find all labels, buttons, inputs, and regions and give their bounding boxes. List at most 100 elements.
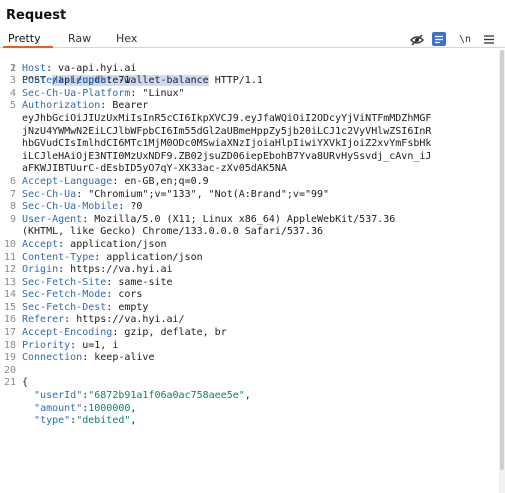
header-value: hbGVudCIsImlhdCI6MTc1MjM0ODc0MSwiaXNzIjo… bbox=[22, 138, 432, 150]
header-name: Referer bbox=[22, 314, 65, 326]
line-number: 6 bbox=[9, 175, 16, 187]
json-field: "userId":"6872b91a1f06a0ac758aee5e", bbox=[34, 390, 251, 402]
header-line: 2 Host: va-api.hyi.ai bbox=[0, 63, 500, 76]
line-number: 10 bbox=[3, 238, 16, 250]
header-line: 5 Authorization: Bearer bbox=[0, 100, 500, 113]
header-value: https://va.hyi.ai/ bbox=[76, 314, 185, 326]
header-name: Origin bbox=[22, 264, 59, 276]
header-continuation-line: hbGVudCIsImlhdCI6MTc1MjM0ODc0MSwiaXNzIjo… bbox=[0, 138, 500, 151]
line-number: 8 bbox=[9, 201, 16, 213]
header-content: Sec-Fetch-Dest: empty bbox=[22, 301, 149, 313]
header-content: Accept-Language: en-GB,en;q=0.9 bbox=[22, 175, 209, 187]
header-content: Content-Type: application/json bbox=[22, 251, 203, 263]
header-name: Connection bbox=[22, 352, 83, 364]
header-content: Sec-Ch-Ua-Platform: "Linux" bbox=[22, 87, 185, 99]
header-line: 16 Referer: https://va.hyi.ai/ bbox=[0, 314, 500, 327]
header-content: Content-Length: 71 bbox=[22, 75, 131, 87]
line-number: 20 bbox=[3, 364, 16, 376]
header-line: 19 Connection: keep-alive bbox=[0, 352, 500, 365]
header-line: 11 Content-Type: application/json bbox=[0, 252, 500, 265]
request-editor[interactable]: 1 POST /api/update-wallet-balance HTTP/1… bbox=[0, 50, 500, 493]
header-content: User-Agent: Mozilla/5.0 (X11; Linux x86_… bbox=[22, 213, 396, 225]
header-continuation-line: jNzU4YWMwN2EiLCJlbWFpbCI6Im55dGl2aUBmeHp… bbox=[0, 126, 500, 139]
header-name: Sec-Fetch-Mode bbox=[22, 289, 107, 301]
json-field: "type":"debited", bbox=[34, 415, 137, 427]
newline-toggle-icon[interactable]: \n bbox=[458, 33, 472, 46]
scrollbar-thumb[interactable] bbox=[500, 50, 504, 470]
editor-scrollbar[interactable] bbox=[499, 50, 505, 493]
header-content: Accept: application/json bbox=[22, 238, 167, 250]
active-tab-indicator bbox=[3, 46, 53, 48]
header-line: 17 Accept-Encoding: gzip, deflate, br bbox=[0, 327, 500, 340]
header-value: (KHTML, like Gecko) Chrome/133.0.0.0 Saf… bbox=[22, 226, 324, 238]
panel-title: Request bbox=[6, 8, 67, 23]
tab-pretty[interactable]: Pretty bbox=[8, 32, 41, 45]
line-number: 11 bbox=[3, 251, 16, 263]
header-continuation-line: eyJhbGciOiJIUzUxMiIsInR5cCI6IkpXVCJ9.eyJ… bbox=[0, 113, 500, 126]
header-content: Accept-Encoding: gzip, deflate, br bbox=[22, 327, 227, 339]
header-line: 3 Content-Length: 71 bbox=[0, 75, 500, 88]
header-content: iLCJleHAiOjE3NTI0MzUxNDF9.ZB02jsuZD06iep… bbox=[22, 151, 500, 164]
header-content: hbGVudCIsImlhdCI6MTc1MjM0ODc0MSwiaXNzIjo… bbox=[22, 138, 500, 151]
line-number: 15 bbox=[3, 301, 16, 313]
json-key: "userId" bbox=[34, 390, 83, 402]
header-line: 10 Accept: application/json bbox=[0, 239, 500, 252]
header-value: gzip, deflate, br bbox=[124, 327, 227, 339]
header-value: Bearer bbox=[112, 100, 149, 112]
line-number: 16 bbox=[3, 314, 16, 326]
hamburger-menu-icon[interactable] bbox=[482, 33, 496, 46]
json-field-line: "amount":1000000, bbox=[0, 403, 500, 416]
tab-raw[interactable]: Raw bbox=[68, 32, 91, 45]
tab-hex[interactable]: Hex bbox=[116, 32, 137, 45]
line-number: 3 bbox=[9, 75, 16, 87]
line-number: 5 bbox=[9, 100, 16, 112]
header-name: Sec-Fetch-Site bbox=[22, 276, 107, 288]
header-name: Host bbox=[22, 62, 47, 74]
pretty-print-icon[interactable] bbox=[432, 32, 446, 46]
header-content: Sec-Fetch-Mode: cors bbox=[22, 289, 143, 301]
header-content: Priority: u=1, i bbox=[22, 339, 119, 351]
header-value: https://va.hyi.ai bbox=[70, 264, 173, 276]
header-content: Sec-Ch-Ua-Mobile: ?0 bbox=[22, 201, 143, 213]
line-number: 2 bbox=[9, 62, 16, 74]
header-value: Mozilla/5.0 (X11; Linux x86_64) AppleWeb… bbox=[94, 213, 396, 225]
header-value: empty bbox=[118, 301, 149, 313]
header-name: Accept-Encoding bbox=[22, 327, 113, 339]
json-field-line: "type":"debited", bbox=[0, 415, 500, 428]
header-line: 15 Sec-Fetch-Dest: empty bbox=[0, 302, 500, 315]
header-line: 7 Sec-Ch-Ua: "Chromium";v="133", "Not(A:B… bbox=[0, 189, 500, 202]
json-key: "type" bbox=[34, 415, 71, 427]
header-name: Sec-Ch-Ua-Platform bbox=[22, 87, 131, 99]
header-value: en-GB,en;q=0.9 bbox=[124, 175, 209, 187]
header-content: (KHTML, like Gecko) Chrome/133.0.0.0 Saf… bbox=[22, 226, 500, 239]
header-content: Referer: https://va.hyi.ai/ bbox=[22, 314, 185, 326]
header-name: Content-Type bbox=[22, 251, 95, 263]
line-number: 4 bbox=[9, 87, 16, 99]
header-continuation-line: (KHTML, like Gecko) Chrome/133.0.0.0 Saf… bbox=[0, 226, 500, 239]
header-name: Accept bbox=[22, 238, 59, 250]
header-value: aFKWJIBTUurC-dEsbID5yO7qY-XK33ac-zXv05dA… bbox=[22, 163, 287, 175]
header-content: Sec-Ch-Ua: "Chromium";v="133", "Not(A:Br… bbox=[22, 188, 330, 200]
header-continuation-line: iLCJleHAiOjE3NTI0MzUxNDF9.ZB02jsuZD06iep… bbox=[0, 151, 500, 164]
line-number: 7 bbox=[9, 188, 16, 200]
body-open-line: 21 { bbox=[0, 377, 500, 390]
header-line: 6 Accept-Language: en-GB,en;q=0.9 bbox=[0, 176, 500, 189]
header-line: 9 User-Agent: Mozilla/5.0 (X11; Linux x86… bbox=[0, 214, 500, 227]
line-number: 17 bbox=[3, 327, 16, 339]
header-continuation-line: aFKWJIBTUurC-dEsbID5yO7qY-XK33ac-zXv05dA… bbox=[0, 163, 500, 176]
header-value: iLCJleHAiOjE3NTI0MzUxNDF9.ZB02jsuZD06iep… bbox=[22, 150, 432, 162]
json-value: "debited" bbox=[76, 415, 131, 427]
line-number: 21 bbox=[3, 377, 16, 389]
json-value: 1000000 bbox=[88, 402, 131, 414]
header-value: keep-alive bbox=[94, 352, 155, 364]
header-value: va-api.hyi.ai bbox=[58, 62, 137, 74]
header-value: 71 bbox=[118, 75, 131, 87]
header-name: Sec-Fetch-Dest bbox=[22, 301, 107, 313]
eye-off-icon[interactable] bbox=[410, 33, 424, 46]
header-line: 12 Origin: https://va.hyi.ai bbox=[0, 264, 500, 277]
header-name: Accept-Language bbox=[22, 175, 113, 187]
json-field-line: "userId":"6872b91a1f06a0ac758aee5e", bbox=[0, 390, 500, 403]
line-number: 19 bbox=[3, 352, 16, 364]
header-content: eyJhbGciOiJIUzUxMiIsInR5cCI6IkpXVCJ9.eyJ… bbox=[22, 113, 500, 126]
header-line: 18 Priority: u=1, i bbox=[0, 340, 500, 353]
